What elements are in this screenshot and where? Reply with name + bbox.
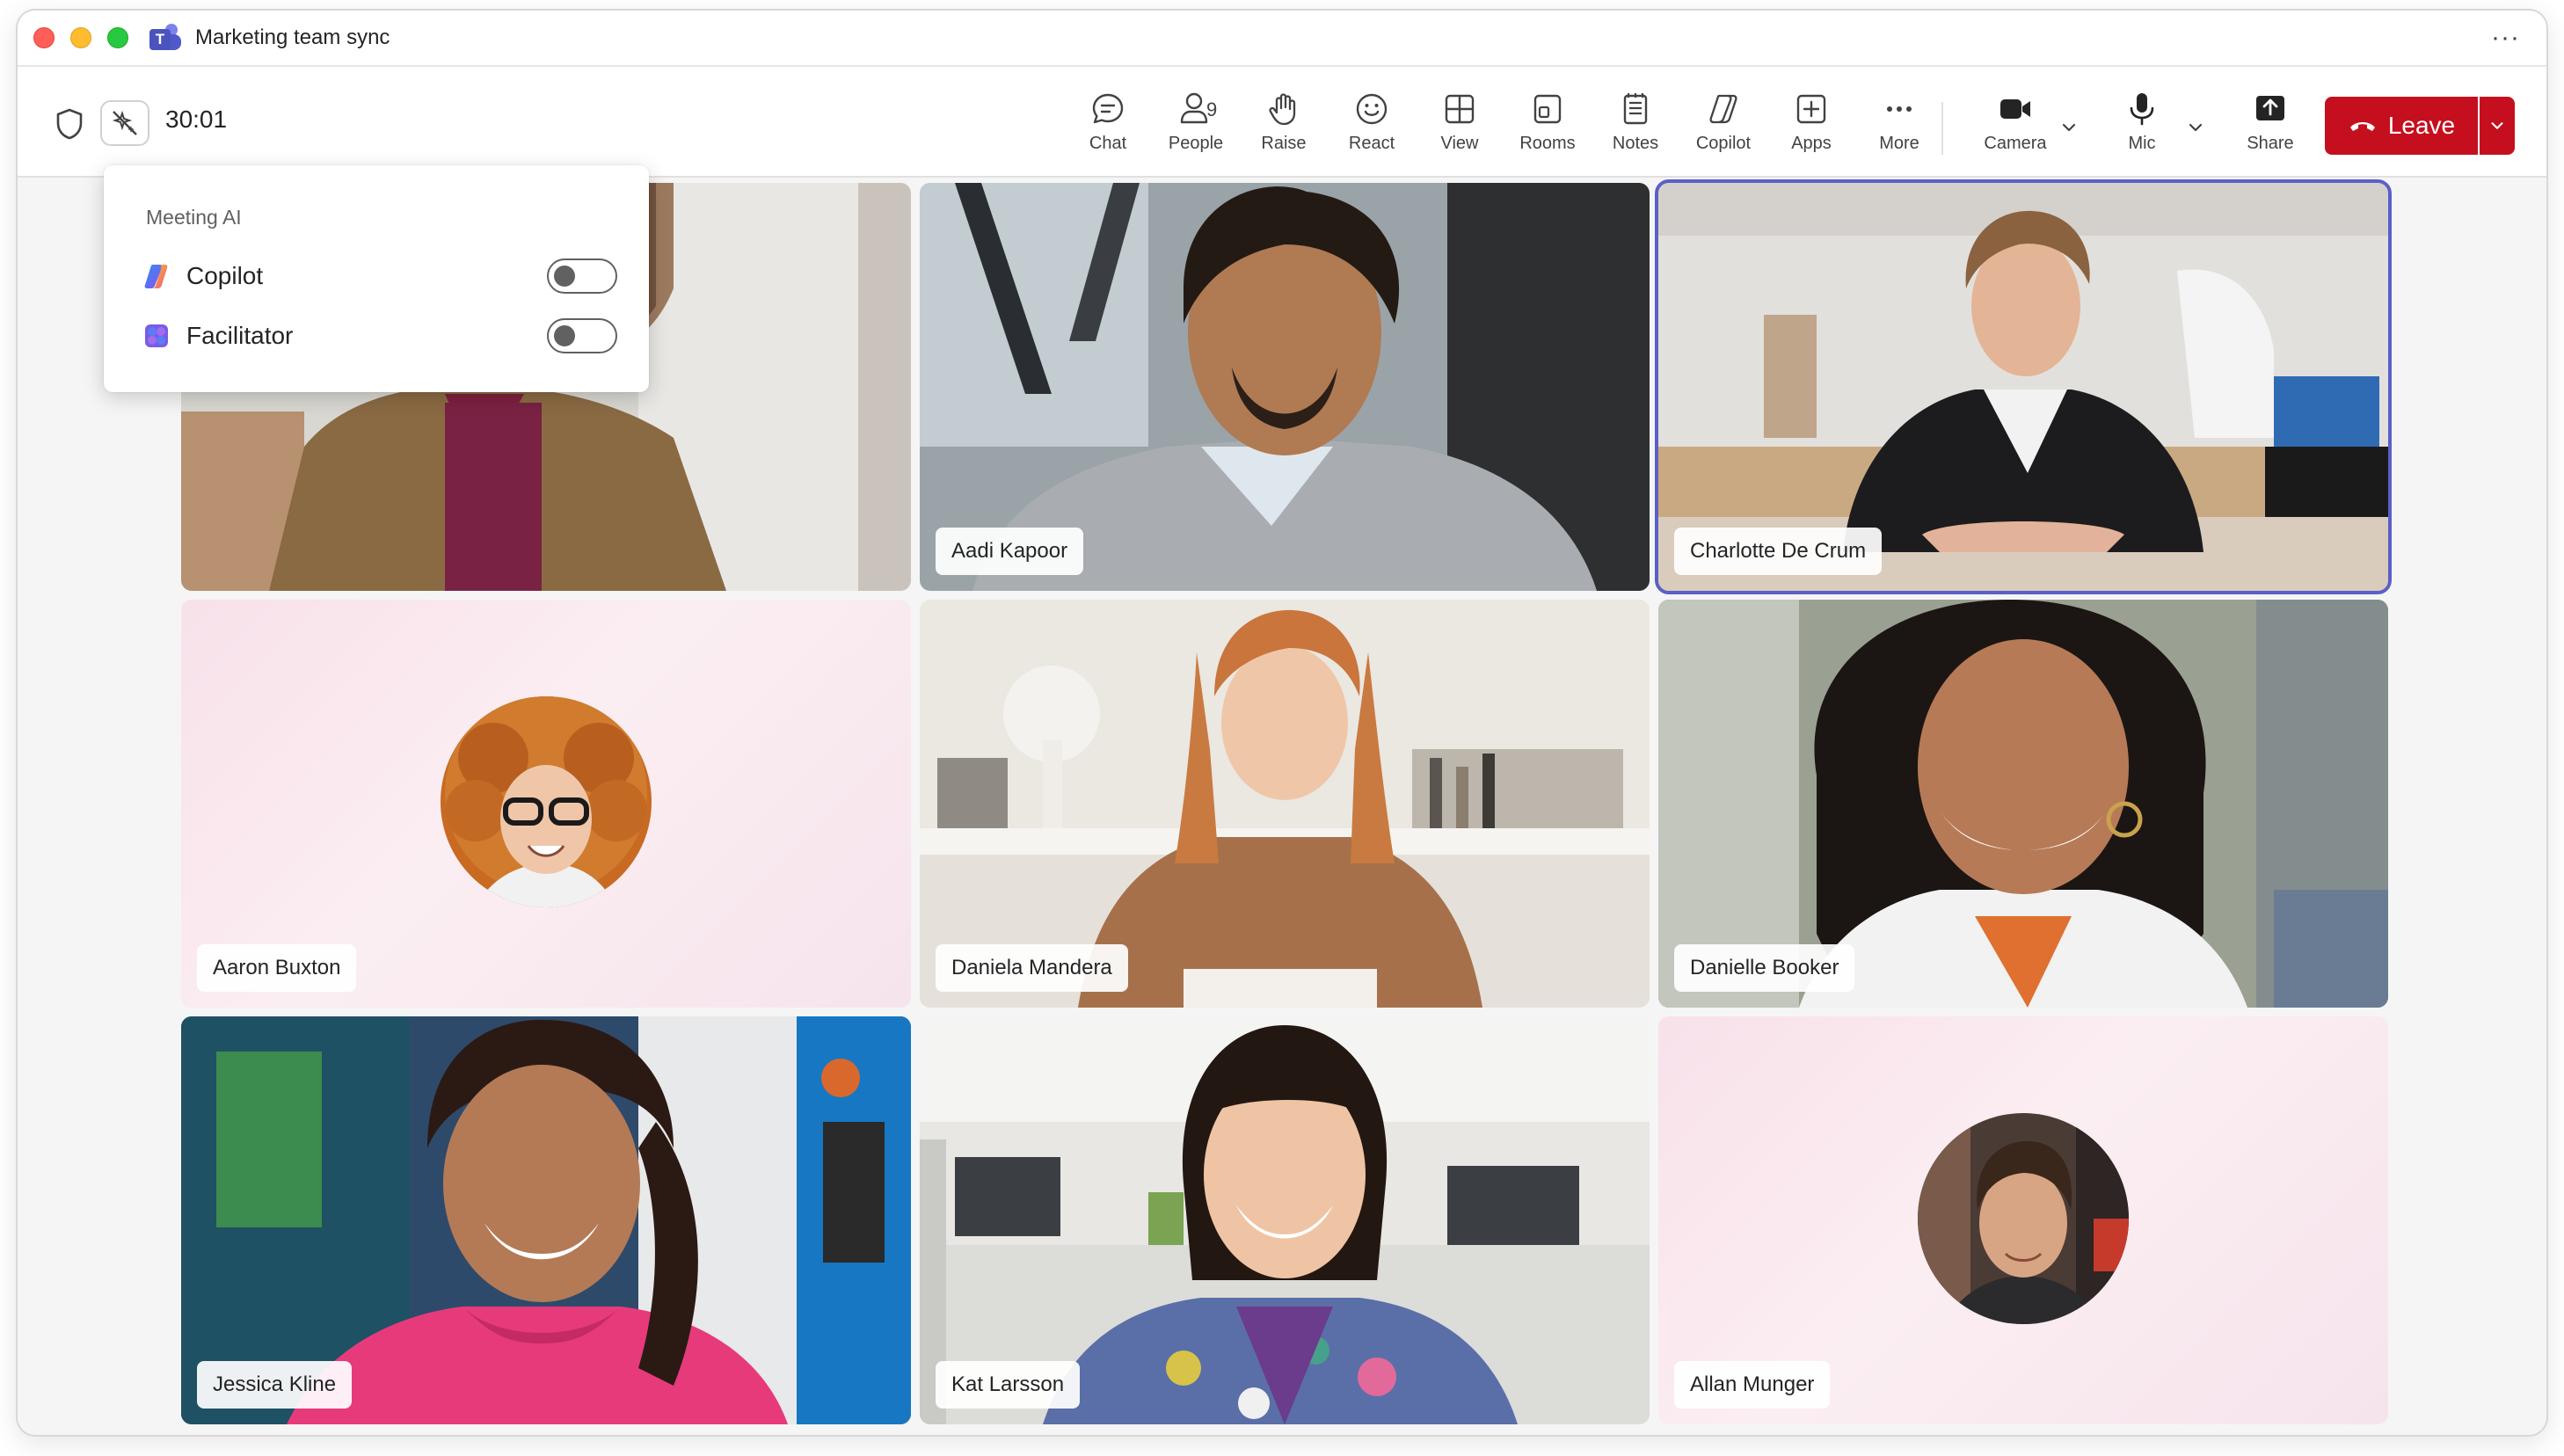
meeting-toolbar: 30:01 Chat 9 People Raise React View Roo…	[18, 67, 2546, 178]
share-label: Share	[2247, 134, 2294, 153]
copilot-logo-icon	[144, 265, 168, 288]
shield-icon[interactable]	[55, 107, 84, 141]
window-controls	[33, 27, 128, 48]
sparkle-off-icon	[112, 110, 137, 135]
meeting-ai-popover: Meeting AI Copilot Facilitator	[104, 165, 649, 392]
participant-avatar	[441, 696, 652, 907]
close-window-button[interactable]	[33, 27, 55, 48]
facilitator-option-row: Facilitator	[142, 317, 617, 355]
participant-name: Daniela Mandera	[936, 944, 1128, 992]
meeting-timer: 30:01	[165, 106, 228, 133]
participant-name: Aaron Buxton	[197, 944, 357, 992]
participant-name: Allan Munger	[1674, 1361, 1831, 1409]
people-label: People	[1168, 134, 1224, 153]
smiley-icon	[1356, 93, 1388, 125]
chat-icon	[1092, 93, 1124, 124]
maximize-window-button[interactable]	[107, 27, 128, 48]
camera-options-chevron-down-icon[interactable]	[2059, 118, 2079, 137]
copilot-label: Copilot	[1695, 134, 1752, 153]
video-tile[interactable]: Danielle Booker	[1658, 600, 2388, 1008]
react-button[interactable]: React	[1328, 90, 1416, 164]
microphone-icon	[2130, 93, 2154, 126]
chevron-down-icon	[2491, 122, 2503, 129]
react-label: React	[1348, 134, 1395, 153]
raise-label: Raise	[1261, 134, 1307, 153]
participant-avatar	[1918, 1113, 2129, 1324]
participant-name: Charlotte De Crum	[1674, 528, 1883, 575]
participant-count: 9	[1206, 98, 1218, 120]
mic-button[interactable]: Mic	[2098, 90, 2186, 164]
view-label: View	[1440, 134, 1479, 153]
facilitator-toggle[interactable]	[547, 318, 617, 353]
apps-button[interactable]: Apps	[1767, 90, 1855, 164]
raise-hand-icon	[1269, 93, 1296, 126]
breakout-rooms-icon	[1533, 94, 1562, 124]
add-app-icon	[1796, 94, 1826, 124]
more-label: More	[1879, 134, 1919, 153]
apps-label: Apps	[1791, 134, 1832, 153]
copilot-button[interactable]: Copilot	[1679, 90, 1767, 164]
copilot-icon	[1709, 94, 1737, 124]
window-title: Marketing team sync	[195, 25, 390, 49]
chat-label: Chat	[1089, 134, 1127, 153]
leave-label: Leave	[2387, 112, 2456, 139]
minimize-window-button[interactable]	[70, 27, 91, 48]
chat-button[interactable]: Chat	[1064, 90, 1152, 164]
raise-hand-button[interactable]: Raise	[1240, 90, 1328, 164]
notes-icon	[1623, 93, 1648, 125]
notes-button[interactable]: Notes	[1592, 90, 1679, 164]
mic-label: Mic	[2128, 134, 2156, 153]
video-tile-active-speaker[interactable]: Charlotte De Crum	[1655, 179, 2392, 594]
avatar-tile[interactable]: Aaron Buxton	[181, 600, 911, 1008]
video-tile[interactable]: Kat Larsson	[920, 1016, 1650, 1424]
popover-title: Meeting AI	[146, 206, 242, 229]
leave-button[interactable]: Leave	[2325, 97, 2478, 155]
facilitator-agent-icon	[145, 324, 168, 347]
copilot-toggle[interactable]	[547, 258, 617, 294]
participant-name: Kat Larsson	[936, 1361, 1081, 1409]
camera-button[interactable]: Camera	[1971, 90, 2059, 164]
more-icon	[1887, 106, 1912, 112]
meeting-ai-button[interactable]	[100, 100, 149, 146]
teams-window: T Marketing team sync ··· 30:01 Chat 9 P…	[16, 9, 2548, 1437]
rooms-button[interactable]: Rooms	[1504, 90, 1592, 164]
notes-label: Notes	[1612, 134, 1659, 153]
copilot-option-row: Copilot	[142, 257, 617, 295]
toolbar-divider	[1941, 102, 1943, 155]
teams-logo-icon: T	[149, 24, 181, 52]
facilitator-option-label: Facilitator	[186, 322, 294, 349]
more-button[interactable]: More	[1855, 90, 1943, 164]
hang-up-icon	[2349, 122, 2375, 131]
rooms-label: Rooms	[1519, 134, 1576, 153]
people-button[interactable]: 9 People	[1152, 90, 1240, 164]
mic-options-chevron-down-icon[interactable]	[2186, 118, 2205, 137]
view-button[interactable]: View	[1416, 90, 1504, 164]
video-tile[interactable]: Daniela Mandera	[920, 600, 1650, 1008]
grid-view-icon	[1445, 94, 1475, 124]
participant-name: Jessica Kline	[197, 1361, 353, 1409]
video-tile[interactable]: Aadi Kapoor	[920, 183, 1650, 591]
window-more-options-icon[interactable]: ···	[2491, 23, 2520, 53]
leave-options-button[interactable]	[2480, 97, 2515, 155]
title-bar: T Marketing team sync ···	[18, 11, 2546, 67]
avatar-tile[interactable]: Allan Munger	[1658, 1016, 2388, 1424]
participant-name: Aadi Kapoor	[936, 528, 1084, 575]
camera-label: Camera	[1984, 134, 2047, 153]
share-button[interactable]: Share	[2226, 90, 2314, 164]
copilot-option-label: Copilot	[186, 262, 264, 289]
participant-name: Danielle Booker	[1674, 944, 1855, 992]
video-tile[interactable]: Jessica Kline	[181, 1016, 911, 1424]
share-screen-icon	[2256, 96, 2284, 120]
video-camera-icon	[2000, 99, 2030, 119]
